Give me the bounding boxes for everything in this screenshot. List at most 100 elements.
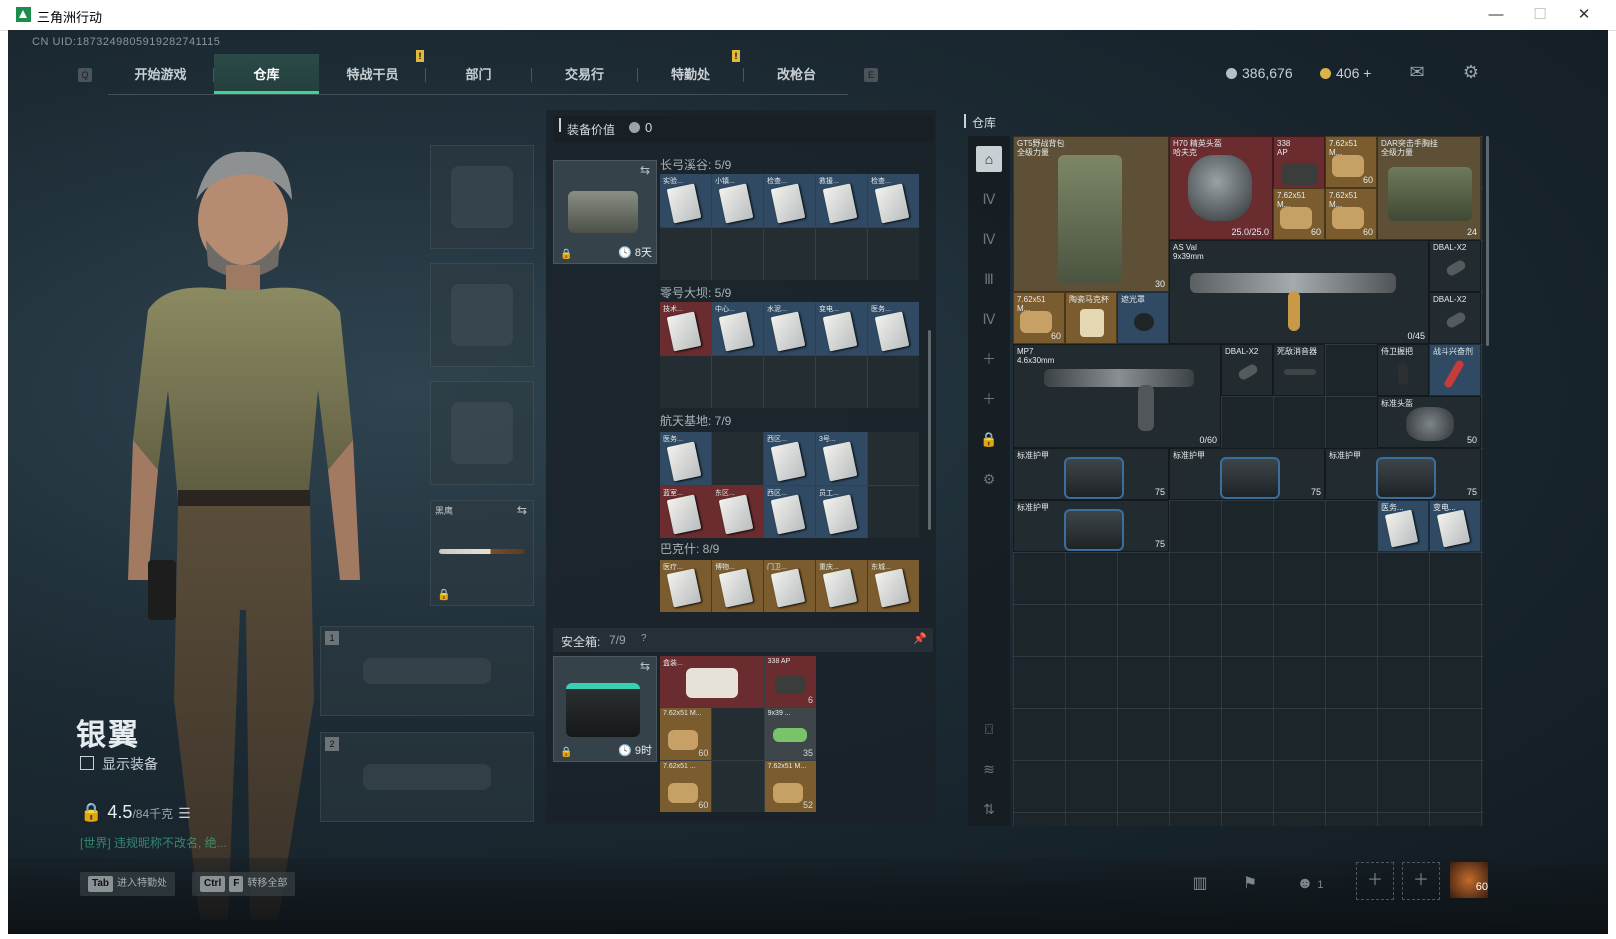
key-card[interactable]: 变电... — [816, 302, 867, 355]
warehouse-scrollbar[interactable] — [1486, 136, 1489, 346]
transfer-all-hint[interactable]: Ctrl F 转移全部 — [192, 872, 296, 896]
melee-slot[interactable]: 黑鹰 ⇆ 🔒 — [430, 500, 534, 606]
safe-box-slot[interactable]: ⇆ 🔒 🕓 9时 — [553, 656, 657, 762]
stats-icon[interactable]: ▥ — [1186, 870, 1214, 898]
close-button[interactable]: ✕ — [1564, 4, 1604, 26]
key-card[interactable]: 医务... — [660, 432, 711, 485]
empty-key-slot[interactable] — [712, 432, 763, 485]
empty-key-slot[interactable] — [764, 355, 815, 408]
add-tab-icon[interactable]: ＋ — [976, 386, 1002, 412]
empty-key-slot[interactable] — [712, 355, 763, 408]
flag-icon[interactable]: ⚑ — [1236, 870, 1264, 898]
key-card[interactable]: 重庆... — [816, 560, 867, 612]
grip-item[interactable]: 侍卫握把 — [1377, 344, 1429, 396]
swap-icon[interactable]: ⇆ — [640, 163, 650, 177]
helmet-item[interactable]: H70 精英头盔 哈夫克 25.0/25.0 — [1169, 136, 1273, 240]
armor-item[interactable]: 标准护甲 75 — [1325, 448, 1481, 500]
empty-key-slot[interactable] — [764, 227, 815, 280]
attachment-item[interactable]: DBAL-X2 — [1221, 344, 1273, 396]
key-card[interactable]: 员工... — [816, 485, 867, 538]
loadout-icon[interactable]: ⌼ — [976, 716, 1002, 742]
key-card[interactable]: 门卫... — [764, 560, 815, 612]
list-icon[interactable]: ☰ — [178, 805, 191, 821]
warehouse-tab-iv-icon[interactable]: Ⅳ — [976, 306, 1002, 332]
suppressor-item[interactable]: 死敌消音器 — [1273, 344, 1325, 396]
empty-safe-slot[interactable] — [712, 708, 764, 760]
ammo-item[interactable]: 7.62x51 M... 60 — [1273, 188, 1325, 240]
key-card[interactable]: 实验... — [660, 174, 711, 227]
empty-key-slot[interactable] — [712, 227, 763, 280]
gear-icon[interactable]: ⚙ — [1460, 62, 1482, 82]
key-card[interactable]: 小镇... — [712, 174, 763, 227]
maximize-button[interactable]: ☐ — [1520, 4, 1560, 26]
help-icon[interactable]: ? — [641, 633, 647, 644]
warehouse-home-icon[interactable]: ⌂ — [976, 146, 1002, 172]
primary-weapon-slot-2[interactable]: 2 — [320, 732, 534, 822]
primary-weapon-slot-1[interactable]: 1 — [320, 626, 534, 716]
stack-icon[interactable]: ≋ — [976, 756, 1002, 782]
key-card-item[interactable]: 变电... — [1429, 500, 1481, 552]
empty-key-slot[interactable] — [816, 355, 867, 408]
pistol-slot[interactable] — [430, 381, 534, 485]
ammo-item[interactable]: 7.62x51 M... 60 — [1325, 136, 1377, 188]
tab-gunsmith[interactable]: 改枪台 — [744, 54, 849, 94]
helmet-slot[interactable] — [430, 145, 534, 249]
armor-slot[interactable] — [430, 263, 534, 367]
minimize-button[interactable]: — — [1476, 4, 1516, 26]
key-card[interactable]: 检查... — [868, 174, 919, 227]
armor-item[interactable]: 标准护甲 75 — [1013, 448, 1169, 500]
safe-item-ammo[interactable]: 7.62x51 ... 60 — [660, 760, 712, 812]
key-card[interactable]: 检查... — [764, 174, 815, 227]
smg-mp7-item[interactable]: MP7 4.6x30mm 0/60 — [1013, 344, 1221, 448]
add-teammate-button[interactable]: ＋ — [1356, 862, 1394, 900]
key-card[interactable]: 东城... — [868, 560, 919, 612]
swap-icon[interactable]: ⇆ — [517, 503, 527, 517]
player-avatar[interactable]: 60 — [1450, 862, 1488, 898]
squad-button[interactable]: ☻ 1 — [1290, 870, 1330, 898]
add-teammate-button[interactable]: ＋ — [1402, 862, 1440, 900]
sort-icon[interactable]: ⇅ — [976, 796, 1002, 822]
key-card[interactable]: 技术... — [660, 302, 711, 355]
safe-item-ammo[interactable]: 7.62x51 M... 52 — [764, 760, 816, 812]
add-tab-icon[interactable]: ＋ — [976, 346, 1002, 372]
rifle-as-val-item[interactable]: AS Val 9x39mm 0/45 — [1169, 240, 1429, 344]
armor-item[interactable]: 标准护甲 75 — [1169, 448, 1325, 500]
ammo-item[interactable]: 7.62x51 M... 60 — [1325, 188, 1377, 240]
key-card-item[interactable]: 医务... — [1377, 500, 1429, 552]
empty-key-slot[interactable] — [660, 355, 711, 408]
safe-item-ammo[interactable]: 7.62x51 M... 60 — [660, 708, 712, 760]
empty-safe-slot[interactable] — [712, 760, 764, 812]
backpack-item[interactable]: GT5野战背包 全级力量 30 — [1013, 136, 1169, 292]
tab-trade[interactable]: 交易行 — [532, 54, 637, 94]
key-card[interactable]: 博物... — [712, 560, 763, 612]
tab-start-game[interactable]: 开始游戏 — [108, 54, 213, 94]
key-card[interactable]: 医疗... — [660, 560, 711, 612]
pin-icon[interactable]: 📌 — [913, 632, 927, 645]
attachment-item[interactable]: DBAL-X2 — [1429, 240, 1481, 292]
mug-item[interactable]: 陶瓷马克杯 — [1065, 292, 1117, 344]
safe-item-ammo[interactable]: 9x39 ... 35 — [764, 708, 816, 760]
stimulant-item[interactable]: 战斗兴奋剂 — [1429, 344, 1481, 396]
warehouse-tab-iv-icon[interactable]: Ⅳ — [976, 186, 1002, 212]
show-equipment-toggle[interactable]: 显示装备 — [80, 754, 158, 774]
chest-rig-item[interactable]: DAR突击手胸挂 全级力量 24 — [1377, 136, 1481, 240]
ammo-item[interactable]: 7.62x51 M... 60 — [1013, 292, 1065, 344]
warehouse-tab-iv-icon[interactable]: Ⅳ — [976, 226, 1002, 252]
key-case-scrollbar[interactable] — [928, 330, 931, 530]
key-card[interactable]: 西区... — [764, 485, 815, 538]
armor-item[interactable]: 标准护甲 75 — [1013, 500, 1169, 552]
key-card[interactable]: 救援... — [816, 174, 867, 227]
lens-hood-item[interactable]: 遮光罩 — [1117, 292, 1169, 344]
key-case-slot[interactable]: ⇆ 🔒 🕓 8天 — [553, 160, 657, 264]
key-card[interactable]: 蓝室... — [660, 485, 711, 538]
tab-warehouse[interactable]: 仓库 — [214, 54, 319, 94]
swap-icon[interactable]: ⇆ — [640, 659, 650, 673]
gold-currency[interactable]: 406 + — [1320, 65, 1371, 81]
enter-special-ops-hint[interactable]: Tab 进入特勤处 — [80, 872, 176, 896]
settings-icon[interactable]: ⚙ — [976, 466, 1002, 492]
tab-operators[interactable]: 特战干员 — [320, 54, 425, 94]
mail-icon[interactable]: ✉ — [1406, 62, 1428, 82]
empty-key-slot[interactable] — [816, 227, 867, 280]
key-card[interactable]: 3号... — [816, 432, 867, 485]
world-chat-line[interactable]: [世界] 违规昵称不改名, 绝... — [80, 834, 227, 851]
